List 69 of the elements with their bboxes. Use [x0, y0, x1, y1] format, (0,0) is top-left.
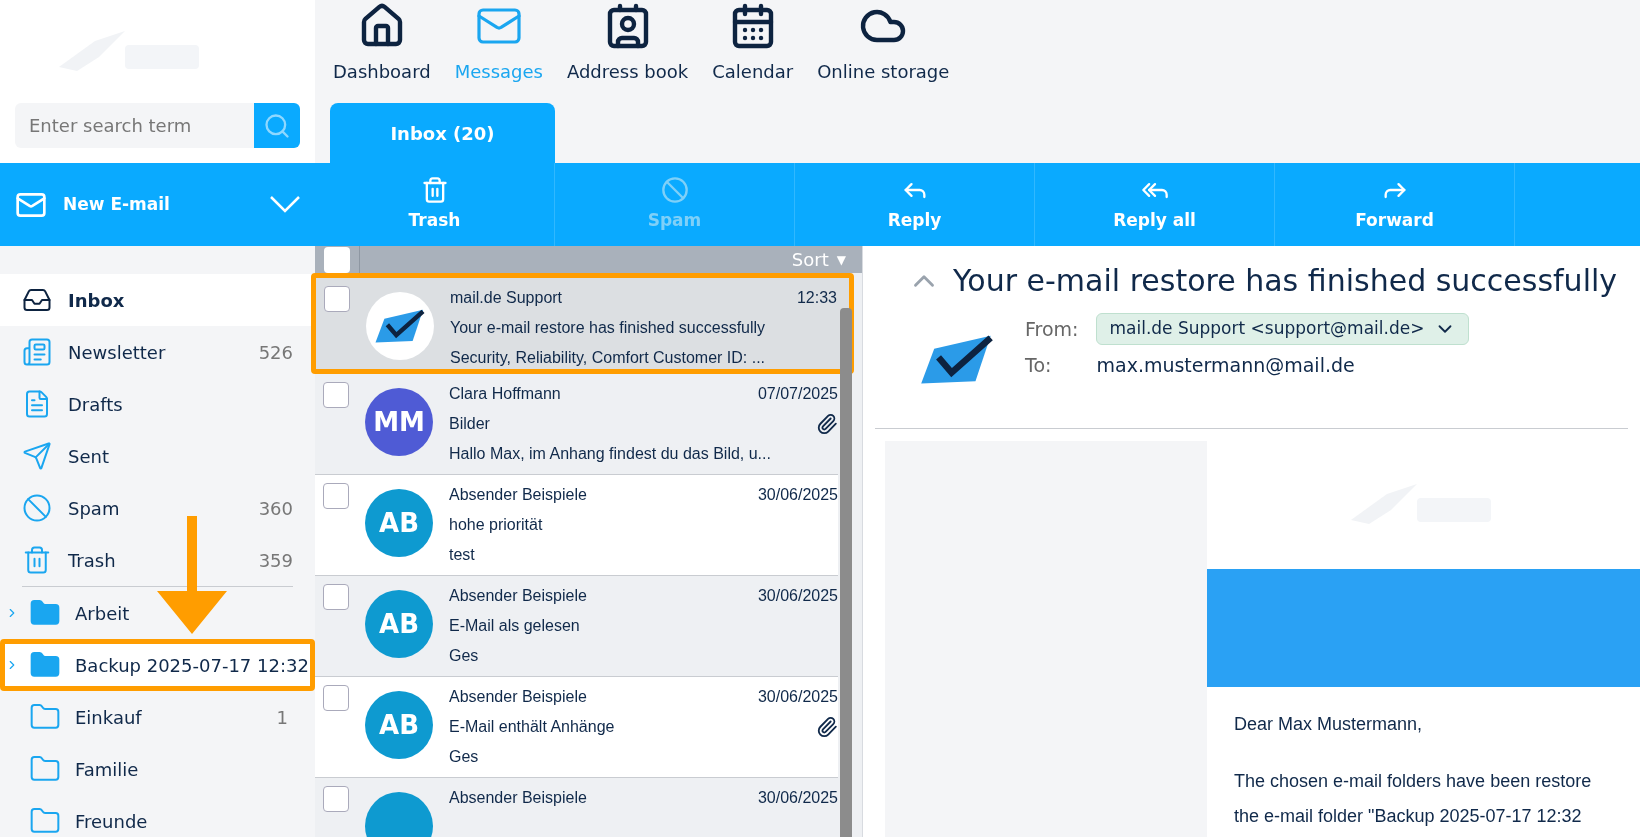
row-checkbox[interactable] — [323, 786, 349, 812]
row-checkbox[interactable] — [324, 286, 350, 312]
sender-name: Absender Beispiele — [449, 687, 587, 707]
sender-name: mail.de Support — [450, 288, 563, 308]
row-checkbox[interactable] — [323, 483, 349, 509]
folder-item[interactable]: Freunde — [0, 795, 315, 837]
scrollbar[interactable] — [840, 308, 852, 837]
newsletter-icon — [22, 337, 52, 367]
search-field[interactable]: Enter search term — [15, 103, 254, 148]
blocked-icon — [22, 493, 52, 523]
message-date: 07/07/2025 — [757, 384, 838, 404]
nav-tab[interactable]: Dashboard — [333, 2, 431, 101]
search-icon — [263, 111, 291, 140]
message-date: 12:33 — [796, 288, 837, 308]
folder-item[interactable]: Familie — [0, 743, 315, 795]
message-date: 30/06/2025 — [757, 586, 838, 606]
message-title: Your e-mail restore has finished successfully — [953, 262, 1618, 300]
sender-name: Absender Beispiele — [449, 788, 587, 808]
message-preview: Ges — [449, 747, 480, 767]
folder-item[interactable]: Backup 2025-07-17 12:32 — [0, 639, 315, 691]
message-subject: E-Mail als gelesen — [449, 616, 580, 636]
message-row[interactable]: AB Absender Beispiele 30/06/2025 hohe priorität test — [315, 475, 838, 576]
message-row[interactable]: mail.de Support 12:33 Your e-mail restore has finished successfully Security, Reliability, Comfort Customer ID: ... — [311, 273, 854, 374]
message-row[interactable]: AB Absender Beispiele 30/06/2025 E-Mail enthält Anhänge Ges — [315, 677, 838, 778]
folder-count: 360 — [258, 496, 293, 521]
message-subject: Bilder — [449, 414, 490, 434]
trash-icon — [22, 545, 52, 575]
body-text: the e-mail folder "Backup 2025-07-17 12:32 — [1234, 805, 1583, 828]
folder-count: 526 — [258, 340, 293, 365]
message-preview: test — [449, 545, 476, 565]
row-checkbox[interactable] — [323, 584, 349, 610]
chevron-down-icon — [270, 196, 300, 213]
message-subject: hohe priorität — [449, 515, 543, 535]
sender-chip[interactable]: mail.de Support <support@mail.de> — [1096, 313, 1470, 345]
search-button[interactable] — [254, 103, 300, 148]
message-subject: E-Mail enthält Anhänge — [449, 717, 615, 737]
message-preview: Ges — [449, 646, 480, 666]
message-date: 30/06/2025 — [757, 687, 838, 707]
message-subject: Your e-mail restore has finished successfully — [450, 318, 766, 338]
blocked-icon — [660, 175, 689, 204]
nav-tab[interactable]: Online storage — [817, 2, 950, 101]
folder-item[interactable]: Drafts — [0, 378, 315, 430]
row-checkbox[interactable] — [323, 685, 349, 711]
recipient-address: max.mustermann@mail.de — [1096, 352, 1356, 378]
checkmark-logo-icon — [374, 307, 426, 345]
folder-item[interactable]: Einkauf 1 — [0, 691, 315, 743]
message-date: 30/06/2025 — [757, 485, 838, 505]
folder-count: 359 — [258, 548, 293, 573]
message-preview: Hallo Max, im Anhang findest du das Bild, u... — [449, 444, 772, 464]
folder-item[interactable]: Sent — [0, 430, 315, 482]
folder-count: 1 — [276, 705, 288, 730]
sender-name: Absender Beispiele — [449, 586, 587, 606]
sender-name: Clara Hoffmann — [449, 384, 561, 404]
folder-item[interactable]: Trash 359 — [0, 534, 315, 586]
folder-item[interactable]: Spam 360 — [0, 482, 315, 534]
to-label: To: — [1025, 352, 1053, 378]
select-all-checkbox[interactable] — [324, 246, 350, 273]
message-date: 30/06/2025 — [757, 788, 838, 808]
paper-plane-icon — [22, 441, 52, 471]
from-label: From: — [1025, 316, 1079, 342]
folder-item[interactable]: Arbeit — [0, 587, 315, 639]
message-preview: Security, Reliability, Comfort Customer ID: ... — [450, 348, 767, 368]
row-checkbox[interactable] — [323, 382, 349, 408]
greeting-text: Dear Max Mustermann, — [1234, 713, 1424, 736]
body-text: The chosen e-mail folders have been restore — [1234, 770, 1593, 793]
nav-tab[interactable]: Calendar — [712, 2, 794, 101]
trash-icon — [420, 175, 449, 204]
nav-tab[interactable]: Address book — [566, 2, 689, 101]
sender-name: Absender Beispiele — [449, 485, 587, 505]
